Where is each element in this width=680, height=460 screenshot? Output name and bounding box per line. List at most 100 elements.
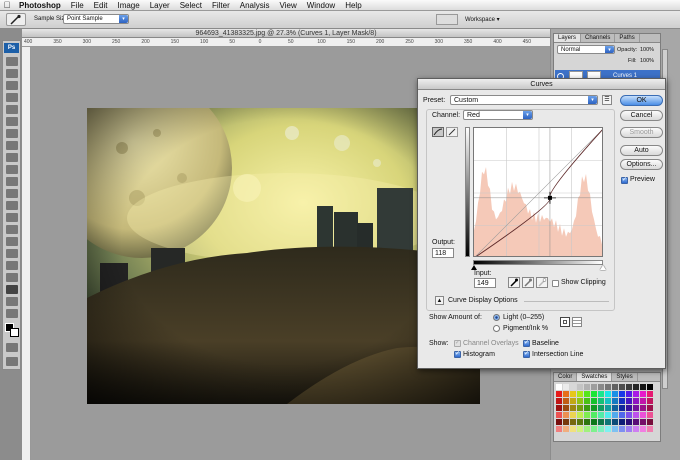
swatch[interactable] [598,384,604,390]
swatch[interactable] [626,426,632,432]
dodge-tool-icon[interactable] [6,213,18,222]
swatch[interactable] [556,426,562,432]
swatch[interactable] [591,405,597,411]
light-radio[interactable] [493,314,500,321]
background-color-swatch[interactable] [10,328,19,337]
swatch[interactable] [640,405,646,411]
swatch[interactable] [563,405,569,411]
workspace-menu[interactable]: Workspace ▾ [465,16,500,23]
intersection-line-checkbox[interactable]: ✓ [523,351,530,358]
swatch[interactable] [619,391,625,397]
swatch[interactable] [647,412,653,418]
quick-mask-icon[interactable] [6,343,18,352]
swatch[interactable] [633,412,639,418]
move-tool-icon[interactable] [6,57,18,66]
options-button[interactable]: Options... [620,159,663,170]
black-eyedropper-icon[interactable] [508,277,520,288]
pen-tool-icon[interactable] [6,225,18,234]
tab-color[interactable]: Color [554,373,578,381]
swatch[interactable] [640,426,646,432]
swatch[interactable] [598,391,604,397]
swatch[interactable] [570,412,576,418]
opacity-value[interactable]: 100% [640,47,654,53]
swatch[interactable] [640,384,646,390]
swatch[interactable] [612,398,618,404]
shape-tool-icon[interactable] [6,261,18,270]
swatch[interactable] [647,391,653,397]
menu-window[interactable]: Window [302,1,340,10]
swatch[interactable] [563,384,569,390]
swatch[interactable] [640,419,646,425]
swatch[interactable] [612,384,618,390]
pigment-radio[interactable] [493,325,500,332]
swatch[interactable] [556,419,562,425]
swatch[interactable] [619,398,625,404]
swatch[interactable] [591,412,597,418]
swatch[interactable] [619,426,625,432]
swatch[interactable] [647,405,653,411]
swatch[interactable] [612,419,618,425]
swatch[interactable] [577,405,583,411]
swatch[interactable] [563,412,569,418]
fill-value[interactable]: 100% [640,58,654,64]
swatch[interactable] [563,398,569,404]
swatch[interactable] [556,384,562,390]
tab-layers[interactable]: Layers [554,34,582,42]
swatch[interactable] [591,426,597,432]
swatch[interactable] [633,426,639,432]
detailed-grid-icon[interactable] [572,317,582,327]
swatch[interactable] [598,412,604,418]
swatch[interactable] [570,391,576,397]
sample-size-select[interactable]: Point Sample ▾ [63,14,129,24]
crop-tool-icon[interactable] [6,105,18,114]
swatch[interactable] [619,384,625,390]
swatch[interactable] [563,419,569,425]
swatch[interactable] [577,412,583,418]
swatch[interactable] [633,405,639,411]
swatch[interactable] [605,426,611,432]
swatch[interactable] [633,398,639,404]
swatch[interactable] [570,405,576,411]
swatch[interactable] [577,384,583,390]
swatch[interactable] [626,412,632,418]
tab-swatches[interactable]: Swatches [577,373,613,381]
swatch[interactable] [647,426,653,432]
swatch[interactable] [612,426,618,432]
stamp-tool-icon[interactable] [6,153,18,162]
swatch[interactable] [605,405,611,411]
swatch[interactable] [612,412,618,418]
swatch[interactable] [619,412,625,418]
swatch[interactable] [612,405,618,411]
swatch[interactable] [591,398,597,404]
swatch[interactable] [584,398,590,404]
pencil-draw-icon[interactable] [446,127,458,137]
screen-mode-icon[interactable] [6,357,18,366]
menu-edit[interactable]: Edit [89,1,113,10]
swatch[interactable] [577,398,583,404]
cancel-button[interactable]: Cancel [620,110,663,121]
app-menu[interactable]: Photoshop [14,1,66,10]
swatch[interactable] [605,384,611,390]
hand-tool-icon[interactable] [6,297,18,306]
swatch[interactable] [570,398,576,404]
swatch[interactable] [633,391,639,397]
swatch[interactable] [640,398,646,404]
histogram-checkbox[interactable]: ✓ [454,351,461,358]
swatch[interactable] [640,412,646,418]
swatch-grid[interactable] [556,384,656,440]
preset-select[interactable]: Custom ▾ [450,95,598,105]
tab-styles[interactable]: Styles [612,373,638,381]
swatch[interactable] [640,391,646,397]
white-point-slider[interactable] [600,265,606,270]
type-tool-icon[interactable] [6,237,18,246]
curve-graph[interactable] [473,127,603,257]
preset-options-icon[interactable]: ☰ [602,95,612,105]
lasso-tool-icon[interactable] [6,81,18,90]
edit-points-curve-icon[interactable] [432,127,444,137]
swatch[interactable] [556,398,562,404]
swatch[interactable] [626,391,632,397]
swatch[interactable] [577,391,583,397]
eraser-tool-icon[interactable] [6,177,18,186]
menu-help[interactable]: Help [340,1,366,10]
apple-menu-icon[interactable]:  [0,0,14,10]
